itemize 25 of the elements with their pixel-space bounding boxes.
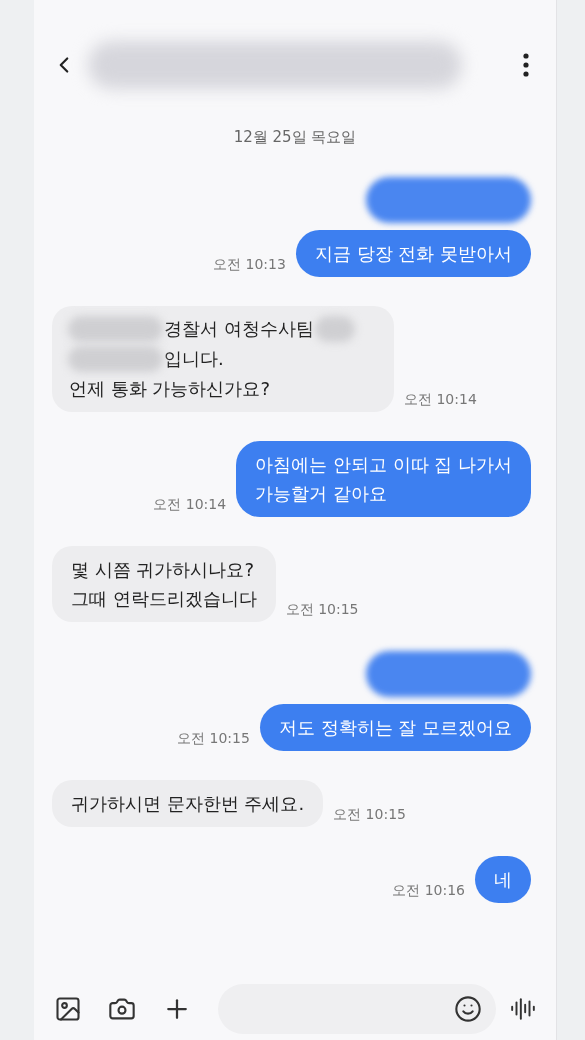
more-icon	[523, 53, 529, 77]
message-time: 오전 10:16	[392, 880, 465, 900]
message-bubble: 귀가하시면 문자한번 주세요.	[52, 779, 324, 827]
message-text: 입니다.	[164, 347, 224, 371]
voice-button[interactable]	[510, 996, 536, 1022]
message-text: 언제 통화 가능하신가요?	[69, 377, 270, 401]
image-icon	[54, 995, 82, 1023]
message-input-field[interactable]	[218, 984, 496, 1034]
message-text: 경찰서 여청수사팀	[164, 317, 314, 341]
message-time: 오전 10:15	[285, 599, 359, 619]
date-divider: 12월 25일 목요일	[233, 127, 357, 148]
message-time: 오전 10:15	[177, 728, 250, 748]
redaction-blur	[314, 315, 355, 342]
message-bubble: 몇 시쯤 귀가하시나요? 그때 연락드리겠습니다	[52, 545, 276, 622]
message-time: 오전 10:14	[153, 494, 227, 514]
message-time: 오전 10:14	[404, 389, 477, 409]
message-bubble: 지금 당장 전화 못받아서	[295, 229, 531, 277]
message-bubble: 네	[475, 855, 531, 903]
message-bubble: 아침에는 안되고 이따 집 나가서 가능할거 같아요	[236, 440, 531, 517]
message-time: 오전 10:13	[213, 254, 286, 274]
gallery-button[interactable]	[54, 995, 82, 1023]
waveform-icon	[510, 996, 536, 1022]
sticker-icon	[454, 995, 482, 1023]
message-bubble: 저도 정확히는 잘 모르겠어요	[259, 703, 531, 751]
message-time: 오전 10:15	[333, 804, 406, 824]
